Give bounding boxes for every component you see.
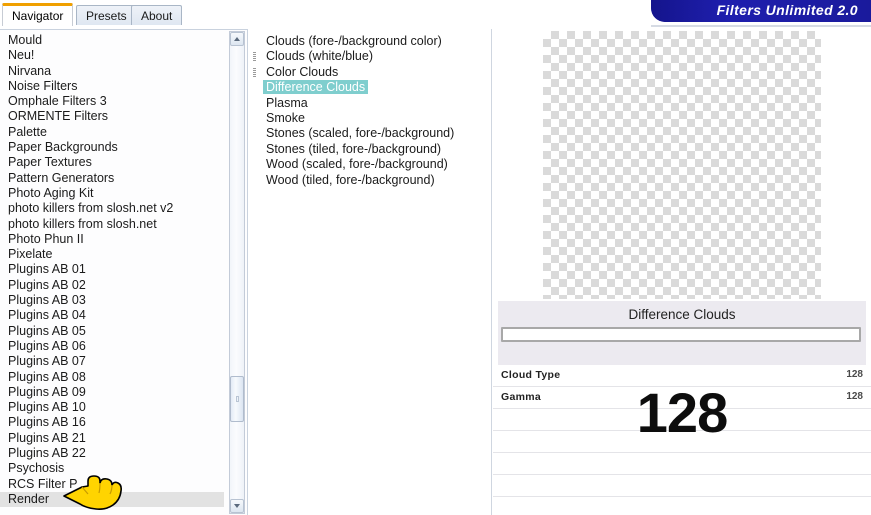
app-banner: Filters Unlimited 2.0 [651, 0, 871, 22]
navigator-item[interactable]: Paper Backgrounds [0, 140, 224, 155]
navigator-panel: Mould Neu! Nirvana Noise Filters Omphale Fil… [0, 29, 248, 515]
navigator-item[interactable]: ORMENTE Filters [0, 109, 224, 124]
navigator-item[interactable]: Photo Aging Kit [0, 186, 224, 201]
navigator-item[interactable]: photo killers from slosh.net [0, 217, 224, 232]
navigator-item[interactable]: Palette [0, 125, 224, 140]
navigator-item[interactable]: Paper Textures [0, 155, 224, 170]
parameter-row-empty [493, 409, 871, 431]
tree-marker-icon [253, 67, 256, 77]
parameter-row-empty [493, 497, 871, 515]
parameter-label: Gamma [501, 391, 542, 403]
navigator-item[interactable]: Neu! [0, 48, 224, 63]
navigator-scrollbar-thumb[interactable] [230, 376, 244, 422]
navigator-item[interactable]: Plugins AB 16 [0, 415, 224, 430]
effect-item[interactable]: Stones (tiled, fore-/background) [249, 141, 491, 157]
effect-item-label: Clouds (fore-/background color) [266, 34, 442, 48]
filter-title: Difference Clouds [628, 307, 736, 322]
effect-item[interactable]: Wood (scaled, fore-/background) [249, 157, 491, 172]
navigator-item[interactable]: Photo Phun II [0, 232, 224, 247]
effect-item[interactable]: Stones (scaled, fore-/background) [249, 126, 491, 141]
navigator-item[interactable]: Nirvana [0, 64, 224, 79]
progress-row [498, 325, 866, 345]
transparency-checkerboard [543, 31, 821, 299]
tab-presets[interactable]: Presets [76, 5, 137, 25]
navigator-item[interactable]: Pattern Generators [0, 171, 224, 186]
scroll-up-arrow-icon[interactable] [230, 32, 244, 46]
navigator-item[interactable]: Plugins AB 22 [0, 446, 224, 461]
navigator-item[interactable]: Plugins AB 10 [0, 400, 224, 415]
effect-item[interactable]: Plasma [249, 95, 491, 111]
parameter-row-empty [493, 475, 871, 497]
filters-unlimited-window: Navigator Presets About Filters Unlimite… [0, 0, 871, 515]
effect-item-label: Clouds (white/blue) [266, 49, 373, 64]
parameter-row-empty [493, 453, 871, 475]
parameter-value: 128 [846, 391, 863, 402]
navigator-scrollbar[interactable] [229, 31, 245, 514]
navigator-item[interactable]: Mould [0, 33, 224, 48]
navigator-item[interactable]: Plugins AB 08 [0, 370, 224, 385]
parameter-row-empty [493, 431, 871, 453]
effect-item-label: Stones (scaled, fore-/background) [266, 126, 455, 141]
navigator-item[interactable]: Plugins AB 05 [0, 324, 224, 339]
navigator-item[interactable]: photo killers from slosh.net v2 [0, 201, 224, 216]
effect-item-label: Wood (tiled, fore-/background) [266, 172, 435, 187]
navigator-item[interactable]: Plugins AB 01 [0, 262, 224, 277]
parameter-row[interactable]: Gamma 128 [493, 387, 871, 409]
effect-item[interactable]: Clouds (fore-/background color) [249, 34, 491, 49]
effect-item[interactable]: Difference Clouds [249, 80, 491, 95]
effects-list[interactable]: Clouds (fore-/background color) Clouds (w… [249, 34, 491, 188]
tab-bar: Navigator Presets About [0, 0, 651, 27]
navigator-item[interactable]: Noise Filters [0, 79, 224, 94]
navigator-item[interactable]: Plugins AB 09 [0, 385, 224, 400]
effect-item[interactable]: Color Clouds [249, 64, 491, 80]
navigator-item[interactable]: Render [0, 491, 224, 508]
navigator-item[interactable]: Plugins AB 21 [0, 431, 224, 446]
effect-item-label: Stones (tiled, fore-/background) [266, 141, 442, 156]
navigator-item[interactable]: Plugins AB 03 [0, 293, 224, 308]
parameter-value: 128 [846, 369, 863, 380]
navigator-item[interactable]: Pixelate [0, 247, 224, 262]
navigator-item[interactable]: Plugins AB 07 [0, 354, 224, 369]
navigator-item[interactable]: Omphale Filters 3 [0, 94, 224, 109]
effect-item-label: Difference Clouds [263, 80, 369, 95]
navigator-list[interactable]: Mould Neu! Nirvana Noise Filters Omphale Fil… [0, 33, 224, 508]
navigator-item[interactable]: Plugins AB 04 [0, 308, 224, 323]
navigator-item[interactable]: Psychosis [0, 461, 224, 476]
effect-item-label: Plasma [266, 95, 308, 110]
tree-marker-icon [253, 52, 256, 62]
parameter-label: Cloud Type [501, 369, 561, 381]
effect-item[interactable]: Smoke [249, 110, 491, 126]
effect-item-label: Color Clouds [266, 64, 339, 79]
effect-item-label: Wood (scaled, fore-/background) [266, 157, 448, 172]
effects-panel: Clouds (fore-/background color) Clouds (w… [249, 29, 492, 515]
scroll-down-arrow-icon[interactable] [230, 499, 244, 513]
navigator-item[interactable]: RCS Filter P [0, 477, 224, 492]
navigator-item[interactable]: Plugins AB 02 [0, 278, 224, 293]
effect-item-label: Smoke [266, 110, 305, 125]
parameter-row[interactable]: Cloud Type 128 [493, 365, 871, 387]
filter-title-bar-filler [498, 345, 866, 365]
tab-navigator[interactable]: Navigator [2, 3, 74, 26]
effect-item[interactable]: Clouds (white/blue) [249, 49, 491, 64]
app-title: Filters Unlimited 2.0 [716, 2, 858, 18]
navigator-item[interactable]: Plugins AB 06 [0, 339, 224, 354]
preview-area[interactable] [493, 29, 871, 299]
parameter-list: Cloud Type 128 Gamma 128 [493, 365, 871, 515]
preview-and-controls-panel: Difference Clouds Cloud Type 128 Gamma 128 … [493, 29, 871, 515]
progress-bar[interactable] [501, 327, 861, 342]
tab-about[interactable]: About [131, 5, 183, 25]
effect-item[interactable]: Wood (tiled, fore-/background) [249, 172, 491, 188]
